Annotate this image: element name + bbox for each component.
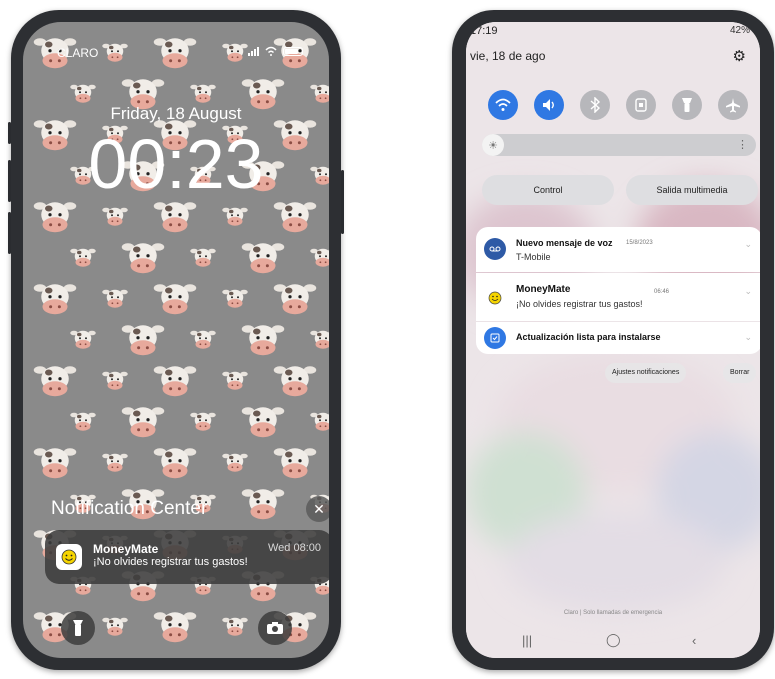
airplane-mode-toggle[interactable] [718,90,748,120]
update-icon [484,327,506,349]
more-options-icon[interactable]: ⋮ [737,138,748,151]
android-notification-shade: 17:19 42% vie, 18 de ago ⚙ ☀ ⋮ Control S… [466,22,760,658]
bluetooth-toggle[interactable] [580,90,610,120]
chevron-down-icon[interactable]: ⌄ [744,332,752,343]
recent-apps-icon[interactable]: ||| [522,633,532,648]
moneymate-notification[interactable]: MoneyMate ¡No olvides registrar tus gast… [45,530,329,584]
battery-icon [283,46,303,56]
media-output-button[interactable]: Salida multimedia [626,175,758,205]
smiley-icon [484,287,506,309]
control-button[interactable]: Control [482,175,614,205]
iphone-lock-screen: CLARO Friday, 18 August 00:23 Notificati… [23,22,329,658]
clear-all-button[interactable]: Borrar [723,363,757,383]
notification-message: ¡No olvides registrar tus gastos! [93,556,248,568]
camera-icon[interactable] [258,611,292,645]
iphone-device: CLARO Friday, 18 August 00:23 Notificati… [8,10,344,670]
chevron-down-icon[interactable]: ⌄ [744,286,752,297]
notification-title: Nuevo mensaje de voz [516,238,613,248]
moneymate-notification[interactable]: MoneyMate 06:46 ¡No olvides registrar tu… [476,273,760,321]
android-device: 17:19 42% vie, 18 de ago ⚙ ☀ ⋮ Control S… [452,10,774,670]
notification-title: MoneyMate [516,284,571,295]
notification-app-name: MoneyMate [93,542,159,556]
gear-icon[interactable]: ⚙ [733,47,746,65]
notification-center-title: Notification Center [51,498,208,519]
carrier-label: CLARO [57,46,99,60]
portrait-lock-toggle[interactable] [626,90,656,120]
emergency-footer: Claro | Solo llamadas de emergencia [563,610,663,616]
wifi-icon [495,98,511,111]
ios-status-bar: CLARO [49,46,303,62]
signal-icon [248,46,259,56]
close-icon[interactable]: ✕ [306,496,329,522]
shade-date: vie, 18 de ago [470,49,546,63]
volume-up-button [8,160,11,202]
home-icon[interactable]: ◯ [606,632,621,648]
brightness-slider[interactable]: ☀ ⋮ [482,134,756,156]
sound-icon [543,99,554,111]
flashlight-icon[interactable] [61,611,95,645]
sun-icon[interactable]: ☀ [482,134,504,156]
wifi-icon [265,46,277,56]
volume-down-button [8,212,11,254]
chevron-down-icon[interactable]: ⌄ [744,239,752,250]
portrait-lock-icon [635,98,647,112]
flashlight-toggle[interactable] [672,90,702,120]
airplane-icon [726,98,740,113]
status-battery: 42% [729,25,750,36]
voicemail-icon [484,238,506,260]
notification-settings-button[interactable]: Ajustes notificaciones [605,363,687,383]
notification-subtitle: T-Mobile [516,252,551,262]
back-icon[interactable]: ‹ [692,633,696,648]
mute-switch [8,122,11,144]
update-notification[interactable]: Actualización lista para instalarse ⌄ [476,322,760,354]
flashlight-icon [682,98,692,112]
sound-toggle[interactable] [534,90,564,120]
bluetooth-icon [590,97,601,113]
wifi-toggle[interactable] [488,90,518,120]
power-button [341,170,344,234]
notification-date: 06:46 [654,289,670,295]
lock-time: 00:23 [88,125,264,203]
lock-date: Friday, 18 August [110,104,242,123]
notification-title: Actualización lista para instalarse [516,332,661,342]
smiley-icon [56,544,82,570]
notification-time: Wed 08:00 [267,542,321,554]
android-status-bar: 17:19 42% [466,22,760,40]
voicemail-notification[interactable]: Nuevo mensaje de voz 15/8/2023 T-Mobile … [476,227,760,272]
status-time: 17:19 [470,25,498,37]
notification-date: 15/8/2023 [626,240,653,246]
notification-subtitle: ¡No olvides registrar tus gastos! [516,299,643,309]
